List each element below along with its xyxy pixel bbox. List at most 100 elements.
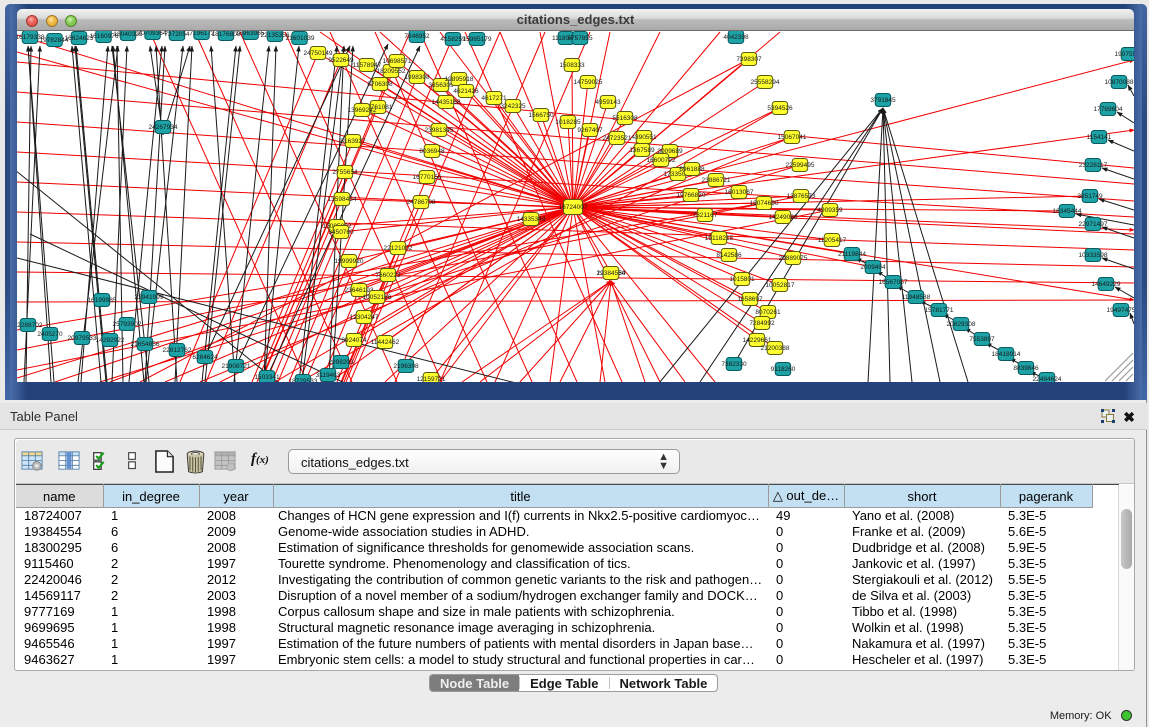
svg-text:1015801: 1015801	[729, 276, 755, 283]
svg-text:23981345: 23981345	[425, 127, 454, 134]
svg-text:3119463: 3119463	[316, 372, 341, 379]
svg-text:23228117: 23228117	[1079, 162, 1108, 169]
svg-text:4959143: 4959143	[595, 99, 621, 106]
svg-text:24750149: 24750149	[304, 50, 333, 57]
svg-text:24723521: 24723521	[603, 135, 632, 142]
svg-text:6961888: 6961888	[679, 166, 705, 173]
svg-text:2405270: 2405270	[37, 331, 63, 338]
svg-text:13598454: 13598454	[328, 196, 357, 203]
svg-text:11205417: 11205417	[818, 237, 847, 244]
svg-text:16199985: 16199985	[88, 297, 117, 304]
svg-text:14249080: 14249080	[769, 214, 798, 221]
svg-text:10333598: 10333598	[1079, 252, 1108, 259]
svg-text:14292922: 14292922	[96, 337, 125, 344]
svg-text:18724007: 18724007	[559, 204, 588, 211]
svg-text:2998203: 2998203	[328, 359, 354, 366]
svg-text:2755654: 2755654	[332, 169, 358, 176]
svg-text:3791845: 3791845	[870, 97, 896, 104]
svg-text:22484624: 22484624	[1033, 376, 1062, 382]
svg-text:8839846: 8839846	[1013, 365, 1039, 372]
svg-text:15985179: 15985179	[463, 36, 492, 43]
svg-text:21200388: 21200388	[761, 345, 790, 352]
svg-text:4621426: 4621426	[453, 88, 479, 95]
svg-text:8706308: 8706308	[367, 81, 393, 88]
svg-text:1503341: 1503341	[254, 374, 280, 381]
svg-text:21601039: 21601039	[286, 35, 315, 42]
svg-text:23886721: 23886721	[702, 177, 731, 184]
svg-text:22121002: 22121002	[384, 245, 413, 252]
svg-text:18418914: 18418914	[992, 351, 1021, 358]
svg-text:5394526: 5394526	[767, 105, 793, 112]
svg-text:10870088: 10870088	[1105, 79, 1134, 86]
svg-text:21908721: 21908721	[222, 363, 251, 370]
svg-text:19075554: 19075554	[1115, 51, 1134, 58]
svg-text:14759025: 14759025	[574, 79, 603, 86]
svg-text:24786708: 24786708	[407, 199, 436, 206]
svg-text:15118215: 15118215	[705, 235, 734, 242]
svg-text:3851749: 3851749	[1077, 193, 1103, 200]
svg-text:13969242: 13969242	[348, 107, 377, 114]
svg-text:20889075: 20889075	[779, 255, 808, 262]
svg-text:10698571: 10698571	[383, 58, 412, 65]
svg-text:1154141: 1154141	[1087, 134, 1112, 141]
svg-text:1367589: 1367589	[629, 147, 655, 154]
svg-text:10052817: 10052817	[766, 282, 795, 289]
svg-text:8142586: 8142586	[716, 252, 742, 259]
svg-text:21654856: 21654856	[131, 341, 160, 348]
svg-text:2009404: 2009404	[860, 264, 886, 271]
svg-text:14335349: 14335349	[517, 216, 546, 223]
svg-text:7246952: 7246952	[404, 33, 430, 40]
svg-text:15067041: 15067041	[778, 134, 807, 141]
svg-text:12159721: 12159721	[417, 376, 446, 382]
svg-text:19999920: 19999920	[335, 258, 364, 265]
svg-text:22599495: 22599495	[786, 162, 815, 169]
svg-text:4617271: 4617271	[481, 95, 507, 102]
svg-text:7660223: 7660223	[375, 272, 401, 279]
svg-text:8036948: 8036948	[419, 148, 445, 155]
svg-text:11948588: 11948588	[902, 294, 931, 301]
svg-text:20829308: 20829308	[947, 321, 976, 328]
svg-text:16013087: 16013087	[725, 189, 754, 196]
svg-text:16345444: 16345444	[1053, 208, 1082, 215]
svg-text:9267407: 9267407	[577, 127, 603, 134]
svg-text:1018285: 1018285	[555, 119, 581, 126]
svg-text:19766830: 19766830	[677, 192, 706, 199]
svg-text:22971497: 22971497	[1079, 221, 1108, 228]
svg-text:7372054: 7372054	[164, 31, 190, 38]
svg-text:7284992: 7284992	[749, 320, 775, 327]
svg-text:8163927: 8163927	[340, 138, 366, 145]
svg-text:2196308: 2196308	[393, 363, 419, 370]
svg-text:9522649: 9522649	[328, 57, 354, 64]
svg-text:4042398: 4042398	[723, 34, 749, 41]
svg-text:18729533: 18729533	[289, 378, 318, 382]
svg-text:7321167: 7321167	[693, 212, 718, 219]
svg-text:13876573: 13876573	[787, 193, 816, 200]
svg-text:7553897: 7553897	[969, 336, 995, 343]
svg-text:8070261: 8070261	[755, 309, 781, 316]
svg-text:3450760: 3450760	[328, 229, 354, 236]
svg-text:10052166: 10052166	[363, 294, 392, 301]
svg-text:1658697: 1658697	[737, 296, 763, 303]
svg-text:5516308: 5516308	[612, 115, 638, 122]
svg-text:4909359: 4909359	[817, 207, 843, 214]
svg-text:16567057: 16567057	[879, 279, 908, 286]
svg-text:3356309: 3356309	[428, 82, 454, 89]
svg-text:1508333: 1508333	[559, 62, 585, 69]
svg-text:19895918: 19895918	[445, 76, 474, 83]
svg-text:21119844: 21119844	[838, 251, 866, 258]
svg-text:14435188: 14435188	[432, 99, 461, 106]
svg-text:19497475: 19497475	[1107, 307, 1134, 314]
svg-text:20979533: 20979533	[68, 335, 97, 342]
svg-text:19384554: 19384554	[597, 270, 626, 277]
svg-text:6284624: 6284624	[192, 354, 218, 361]
svg-text:15781771: 15781771	[925, 307, 954, 314]
svg-text:25558294: 25558294	[751, 79, 780, 86]
svg-text:14649229: 14649229	[1092, 281, 1121, 288]
svg-text:17769604: 17769604	[1094, 106, 1123, 113]
svg-text:24267934: 24267934	[149, 124, 178, 131]
svg-text:22812762: 22812762	[163, 347, 192, 354]
svg-text:20709364: 20709364	[138, 31, 167, 37]
svg-text:7382330: 7382330	[721, 361, 747, 368]
svg-text:18209552: 18209552	[377, 68, 406, 75]
svg-text:25793902: 25793902	[113, 321, 142, 328]
